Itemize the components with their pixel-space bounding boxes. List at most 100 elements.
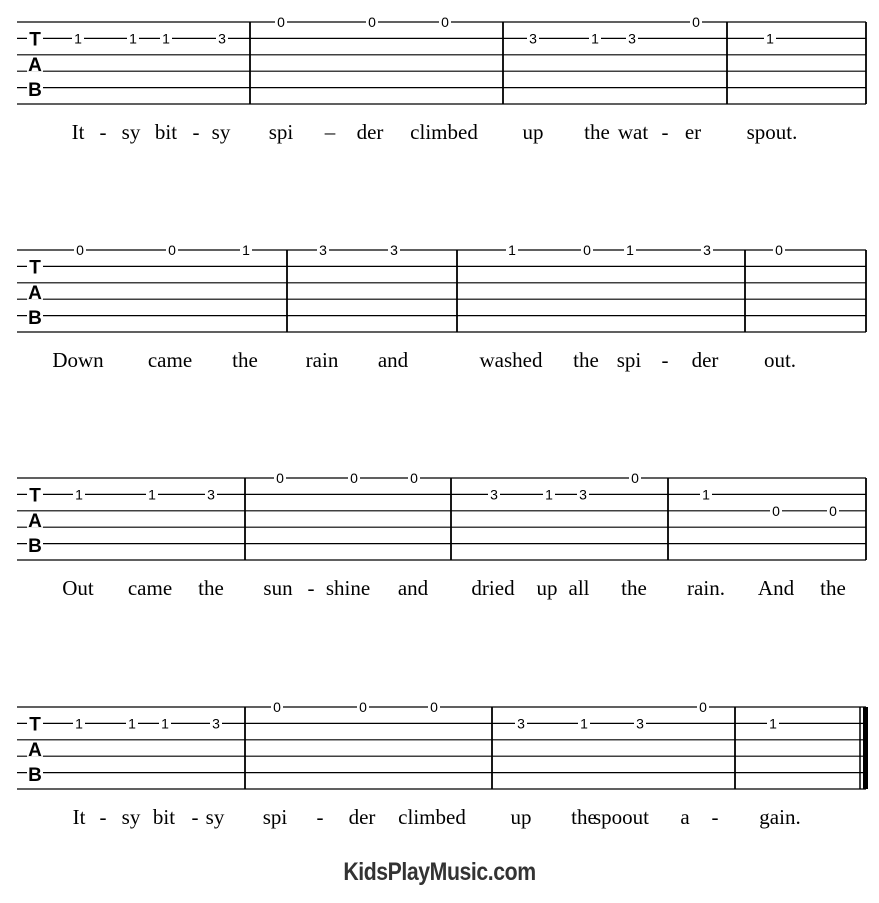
lyric-syllable: the bbox=[621, 576, 647, 600]
tab-clef-letter: T bbox=[29, 714, 41, 735]
lyric-syllable: and bbox=[398, 576, 429, 600]
tab-clef-letter: B bbox=[28, 80, 42, 101]
fret-number: 1 bbox=[74, 30, 82, 46]
fret-number: 0 bbox=[273, 699, 281, 715]
fret-number: 1 bbox=[75, 715, 83, 731]
fret-number: 3 bbox=[319, 242, 327, 258]
fret-number: 1 bbox=[545, 486, 553, 502]
fret-number: 1 bbox=[626, 242, 634, 258]
lyric-syllable: - bbox=[712, 805, 719, 829]
lyric-syllable: It bbox=[72, 120, 85, 144]
tab-clef-letter: B bbox=[28, 765, 42, 786]
lyric-syllable: der bbox=[692, 348, 719, 372]
lyric-syllable: - bbox=[100, 805, 107, 829]
fret-number: 3 bbox=[529, 30, 537, 46]
fret-number: 1 bbox=[75, 486, 83, 502]
fret-number: 3 bbox=[517, 715, 525, 731]
lyric-syllable: the bbox=[584, 120, 610, 144]
fret-number: 3 bbox=[490, 486, 498, 502]
fret-number: 1 bbox=[161, 715, 169, 731]
tab-system: TAB1 1 1 30 0 03 1 301It - sy bit - sy spi – der climbed… bbox=[17, 14, 867, 144]
lyric-syllable: And bbox=[758, 576, 795, 600]
lyric-syllable: dried bbox=[471, 576, 515, 600]
lyric-syllable: der bbox=[349, 805, 376, 829]
footer-site-logo: KidsPlayMusic.com bbox=[343, 858, 536, 886]
fret-number: 0 bbox=[368, 14, 376, 30]
tab-clef-letter: T bbox=[29, 29, 41, 50]
fret-number: 0 bbox=[775, 242, 783, 258]
fret-number: 0 bbox=[410, 470, 418, 486]
fret-number: 0 bbox=[441, 14, 449, 30]
lyric-syllable: the bbox=[573, 348, 599, 372]
lyric-syllable: and bbox=[378, 348, 409, 372]
lyric-syllable: rain. bbox=[687, 576, 725, 600]
fret-number: 0 bbox=[583, 242, 591, 258]
lyric-syllable: shine bbox=[326, 576, 370, 600]
tab-clef-letter: A bbox=[28, 740, 42, 761]
fret-number: 0 bbox=[829, 503, 837, 519]
fret-number: 1 bbox=[148, 486, 156, 502]
fret-number: 3 bbox=[579, 486, 587, 502]
lyric-syllable: climbed bbox=[410, 120, 478, 144]
tab-clef-letter: T bbox=[29, 257, 41, 278]
lyric-syllable: came bbox=[148, 348, 192, 372]
fret-number: 0 bbox=[350, 470, 358, 486]
lyric-syllable: sy bbox=[212, 120, 231, 144]
fret-number: 1 bbox=[128, 715, 136, 731]
fret-number: 0 bbox=[430, 699, 438, 715]
lyric-syllable: Down bbox=[52, 348, 104, 372]
tab-system: TAB1 1 1 30 0 03 1 301It - sy bit - sy spi - der climbed… bbox=[17, 699, 868, 829]
lyric-syllable: – bbox=[324, 120, 336, 144]
tab-clef-letter: T bbox=[29, 485, 41, 506]
lyric-syllable: washed bbox=[480, 348, 543, 372]
lyric-syllable: came bbox=[128, 576, 172, 600]
lyric-syllable: Out bbox=[62, 576, 94, 600]
lyric-syllable: climbed bbox=[398, 805, 466, 829]
lyric-syllable: sy bbox=[122, 120, 141, 144]
lyric-syllable: up bbox=[537, 576, 558, 600]
fret-number: 0 bbox=[631, 470, 639, 486]
lyric-syllable: - bbox=[317, 805, 324, 829]
lyric-syllable: up bbox=[523, 120, 544, 144]
lyric-syllable: the bbox=[198, 576, 224, 600]
lyric-syllable: sy bbox=[122, 805, 141, 829]
lyric-syllable: spout. bbox=[747, 120, 798, 144]
lyric-syllable: rain bbox=[306, 348, 339, 372]
lyric-syllable: - bbox=[662, 348, 669, 372]
tab-score: TAB1 1 1 30 0 03 1 301It - sy bit - sy spi – der climbed… bbox=[17, 14, 868, 829]
lyric-syllable: spoout bbox=[593, 805, 649, 829]
tab-clef-letter: B bbox=[28, 536, 42, 557]
lyric-syllable: - bbox=[662, 120, 669, 144]
lyric-syllable: bit bbox=[155, 120, 177, 144]
fret-number: 0 bbox=[76, 242, 84, 258]
fret-number: 3 bbox=[207, 486, 215, 502]
fret-number: 3 bbox=[390, 242, 398, 258]
lyric-syllable: spi bbox=[263, 805, 288, 829]
lyric-syllable: up bbox=[511, 805, 532, 829]
tab-clef-letter: A bbox=[28, 55, 42, 76]
lyric-syllable: sun bbox=[263, 576, 293, 600]
lyric-syllable: gain. bbox=[759, 805, 800, 829]
fret-number: 1 bbox=[580, 715, 588, 731]
lyric-syllable: wat bbox=[618, 120, 648, 144]
tab-system: TAB 1 1 3 0 0 0 3 1 3 0 1 0 0 Out came the sun - shine and dr… bbox=[17, 470, 867, 600]
fret-number: 0 bbox=[692, 14, 700, 30]
lyric-syllable: - bbox=[192, 805, 199, 829]
fret-number: 1 bbox=[702, 486, 710, 502]
lyric-syllable: a bbox=[680, 805, 690, 829]
tab-clef-letter: A bbox=[28, 511, 42, 532]
lyric-syllable: bit bbox=[153, 805, 175, 829]
lyric-syllable: der bbox=[357, 120, 384, 144]
fret-number: 0 bbox=[276, 470, 284, 486]
fret-number: 1 bbox=[766, 30, 774, 46]
fret-number: 1 bbox=[162, 30, 170, 46]
fret-number: 3 bbox=[218, 30, 226, 46]
fret-number: 1 bbox=[242, 242, 250, 258]
lyric-syllable: the bbox=[232, 348, 258, 372]
fret-number: 0 bbox=[699, 699, 707, 715]
fret-number: 1 bbox=[591, 30, 599, 46]
lyric-syllable: - bbox=[308, 576, 315, 600]
fret-number: 1 bbox=[129, 30, 137, 46]
fret-number: 0 bbox=[277, 14, 285, 30]
tab-clef-letter: A bbox=[28, 283, 42, 304]
